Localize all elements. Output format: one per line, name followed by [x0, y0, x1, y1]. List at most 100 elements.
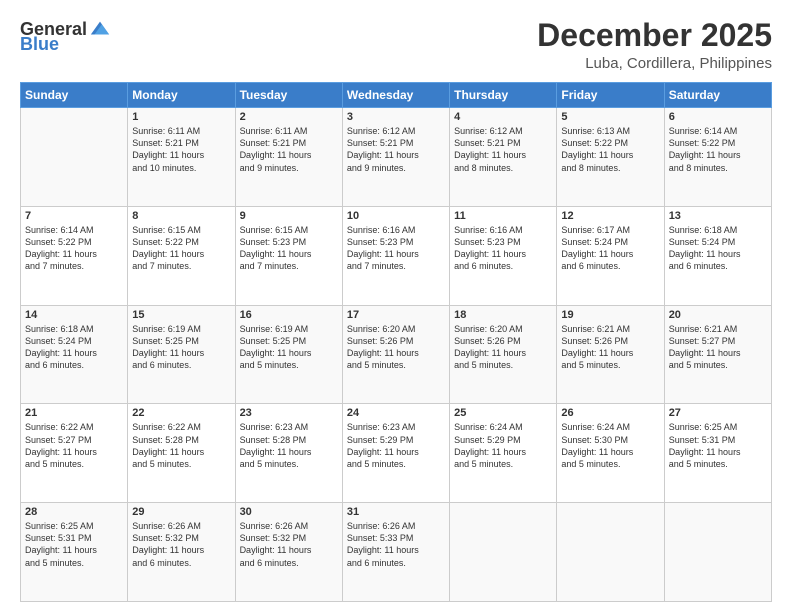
- calendar-cell: 10 Sunrise: 6:16 AM Sunset: 5:23 PM Dayli…: [342, 206, 449, 305]
- header: General Blue December 2025 Luba, Cordill…: [20, 18, 772, 72]
- day-info: Sunrise: 6:12 AM Sunset: 5:21 PM Dayligh…: [347, 125, 445, 174]
- calendar-cell: 8 Sunrise: 6:15 AM Sunset: 5:22 PM Daylig…: [128, 206, 235, 305]
- calendar-cell: 24 Sunrise: 6:23 AM Sunset: 5:29 PM Dayli…: [342, 404, 449, 503]
- day-info: Sunrise: 6:18 AM Sunset: 5:24 PM Dayligh…: [669, 224, 767, 273]
- day-info: Sunrise: 6:22 AM Sunset: 5:27 PM Dayligh…: [25, 421, 123, 470]
- location-title: Luba, Cordillera, Philippines: [537, 55, 772, 72]
- day-number: 15: [132, 309, 230, 321]
- day-info: Sunrise: 6:12 AM Sunset: 5:21 PM Dayligh…: [454, 125, 552, 174]
- day-number: 13: [669, 210, 767, 222]
- calendar-cell: 5 Sunrise: 6:13 AM Sunset: 5:22 PM Daylig…: [557, 108, 664, 207]
- calendar-cell: 26Sunrise: 6:24 AM Sunset: 5:30 PM Dayli…: [557, 404, 664, 503]
- day-info: Sunrise: 6:14 AM Sunset: 5:22 PM Dayligh…: [25, 224, 123, 273]
- day-number: 31: [347, 506, 445, 518]
- calendar-cell: 21Sunrise: 6:22 AM Sunset: 5:27 PM Dayli…: [21, 404, 128, 503]
- calendar-cell: [450, 503, 557, 602]
- day-info: Sunrise: 6:24 AM Sunset: 5:29 PM Dayligh…: [454, 421, 552, 470]
- col-monday: Monday: [128, 83, 235, 108]
- day-info: Sunrise: 6:23 AM Sunset: 5:29 PM Dayligh…: [347, 421, 445, 470]
- day-info: Sunrise: 6:26 AM Sunset: 5:32 PM Dayligh…: [240, 520, 338, 569]
- day-info: Sunrise: 6:13 AM Sunset: 5:22 PM Dayligh…: [561, 125, 659, 174]
- day-info: Sunrise: 6:14 AM Sunset: 5:22 PM Dayligh…: [669, 125, 767, 174]
- calendar-cell: 18 Sunrise: 6:20 AM Sunset: 5:26 PM Dayli…: [450, 305, 557, 404]
- month-title: December 2025: [537, 18, 772, 53]
- calendar-cell: 19Sunrise: 6:21 AM Sunset: 5:26 PM Dayli…: [557, 305, 664, 404]
- calendar-cell: 20Sunrise: 6:21 AM Sunset: 5:27 PM Dayli…: [664, 305, 771, 404]
- col-tuesday: Tuesday: [235, 83, 342, 108]
- day-info: Sunrise: 6:15 AM Sunset: 5:22 PM Dayligh…: [132, 224, 230, 273]
- day-number: 19: [561, 309, 659, 321]
- day-number: 17: [347, 309, 445, 321]
- day-info: Sunrise: 6:20 AM Sunset: 5:26 PM Dayligh…: [454, 323, 552, 372]
- calendar-cell: 6 Sunrise: 6:14 AM Sunset: 5:22 PM Daylig…: [664, 108, 771, 207]
- day-number: 28: [25, 506, 123, 518]
- calendar-cell: 29Sunrise: 6:26 AM Sunset: 5:32 PM Dayli…: [128, 503, 235, 602]
- day-number: 25: [454, 407, 552, 419]
- day-info: Sunrise: 6:23 AM Sunset: 5:28 PM Dayligh…: [240, 421, 338, 470]
- day-number: 10: [347, 210, 445, 222]
- calendar-cell: 7 Sunrise: 6:14 AM Sunset: 5:22 PM Daylig…: [21, 206, 128, 305]
- week-row-0: 1Sunrise: 6:11 AM Sunset: 5:21 PM Daylig…: [21, 108, 772, 207]
- day-number: 22: [132, 407, 230, 419]
- day-info: Sunrise: 6:18 AM Sunset: 5:24 PM Dayligh…: [25, 323, 123, 372]
- day-info: Sunrise: 6:16 AM Sunset: 5:23 PM Dayligh…: [347, 224, 445, 273]
- col-sunday: Sunday: [21, 83, 128, 108]
- calendar-cell: [21, 108, 128, 207]
- day-number: 5: [561, 111, 659, 123]
- logo: General Blue: [20, 18, 111, 55]
- day-number: 27: [669, 407, 767, 419]
- day-number: 7: [25, 210, 123, 222]
- day-info: Sunrise: 6:11 AM Sunset: 5:21 PM Dayligh…: [240, 125, 338, 174]
- page: General Blue December 2025 Luba, Cordill…: [0, 0, 792, 612]
- col-wednesday: Wednesday: [342, 83, 449, 108]
- calendar-cell: 1Sunrise: 6:11 AM Sunset: 5:21 PM Daylig…: [128, 108, 235, 207]
- day-info: Sunrise: 6:20 AM Sunset: 5:26 PM Dayligh…: [347, 323, 445, 372]
- day-info: Sunrise: 6:15 AM Sunset: 5:23 PM Dayligh…: [240, 224, 338, 273]
- day-number: 26: [561, 407, 659, 419]
- day-number: 3: [347, 111, 445, 123]
- day-number: 30: [240, 506, 338, 518]
- day-number: 24: [347, 407, 445, 419]
- header-row: Sunday Monday Tuesday Wednesday Thursday…: [21, 83, 772, 108]
- calendar-cell: 4 Sunrise: 6:12 AM Sunset: 5:21 PM Daylig…: [450, 108, 557, 207]
- calendar-cell: 13 Sunrise: 6:18 AM Sunset: 5:24 PM Dayli…: [664, 206, 771, 305]
- day-info: Sunrise: 6:26 AM Sunset: 5:32 PM Dayligh…: [132, 520, 230, 569]
- day-number: 23: [240, 407, 338, 419]
- logo-icon: [89, 18, 111, 40]
- calendar-cell: 17 Sunrise: 6:20 AM Sunset: 5:26 PM Dayli…: [342, 305, 449, 404]
- day-number: 20: [669, 309, 767, 321]
- day-number: 16: [240, 309, 338, 321]
- calendar-cell: 16 Sunrise: 6:19 AM Sunset: 5:25 PM Dayli…: [235, 305, 342, 404]
- day-info: Sunrise: 6:25 AM Sunset: 5:31 PM Dayligh…: [669, 421, 767, 470]
- day-number: 14: [25, 309, 123, 321]
- calendar-cell: 30 Sunrise: 6:26 AM Sunset: 5:32 PM Dayli…: [235, 503, 342, 602]
- calendar-cell: 3 Sunrise: 6:12 AM Sunset: 5:21 PM Daylig…: [342, 108, 449, 207]
- week-row-2: 14 Sunrise: 6:18 AM Sunset: 5:24 PM Dayli…: [21, 305, 772, 404]
- day-info: Sunrise: 6:19 AM Sunset: 5:25 PM Dayligh…: [240, 323, 338, 372]
- day-info: Sunrise: 6:19 AM Sunset: 5:25 PM Dayligh…: [132, 323, 230, 372]
- calendar-cell: 27 Sunrise: 6:25 AM Sunset: 5:31 PM Dayli…: [664, 404, 771, 503]
- day-number: 4: [454, 111, 552, 123]
- day-info: Sunrise: 6:26 AM Sunset: 5:33 PM Dayligh…: [347, 520, 445, 569]
- calendar-table: Sunday Monday Tuesday Wednesday Thursday…: [20, 82, 772, 602]
- calendar-cell: 9Sunrise: 6:15 AM Sunset: 5:23 PM Daylig…: [235, 206, 342, 305]
- calendar-cell: 12Sunrise: 6:17 AM Sunset: 5:24 PM Dayli…: [557, 206, 664, 305]
- day-info: Sunrise: 6:25 AM Sunset: 5:31 PM Dayligh…: [25, 520, 123, 569]
- calendar-cell: 22 Sunrise: 6:22 AM Sunset: 5:28 PM Dayli…: [128, 404, 235, 503]
- logo-blue: Blue: [20, 34, 59, 55]
- calendar-cell: 23 Sunrise: 6:23 AM Sunset: 5:28 PM Dayli…: [235, 404, 342, 503]
- day-number: 18: [454, 309, 552, 321]
- week-row-1: 7 Sunrise: 6:14 AM Sunset: 5:22 PM Daylig…: [21, 206, 772, 305]
- day-number: 12: [561, 210, 659, 222]
- day-number: 6: [669, 111, 767, 123]
- day-number: 11: [454, 210, 552, 222]
- calendar-cell: 14 Sunrise: 6:18 AM Sunset: 5:24 PM Dayli…: [21, 305, 128, 404]
- calendar-cell: 15 Sunrise: 6:19 AM Sunset: 5:25 PM Dayli…: [128, 305, 235, 404]
- day-info: Sunrise: 6:22 AM Sunset: 5:28 PM Dayligh…: [132, 421, 230, 470]
- calendar-cell: 2Sunrise: 6:11 AM Sunset: 5:21 PM Daylig…: [235, 108, 342, 207]
- calendar-cell: 28 Sunrise: 6:25 AM Sunset: 5:31 PM Dayli…: [21, 503, 128, 602]
- day-number: 8: [132, 210, 230, 222]
- calendar-cell: 31 Sunrise: 6:26 AM Sunset: 5:33 PM Dayli…: [342, 503, 449, 602]
- col-friday: Friday: [557, 83, 664, 108]
- day-info: Sunrise: 6:11 AM Sunset: 5:21 PM Dayligh…: [132, 125, 230, 174]
